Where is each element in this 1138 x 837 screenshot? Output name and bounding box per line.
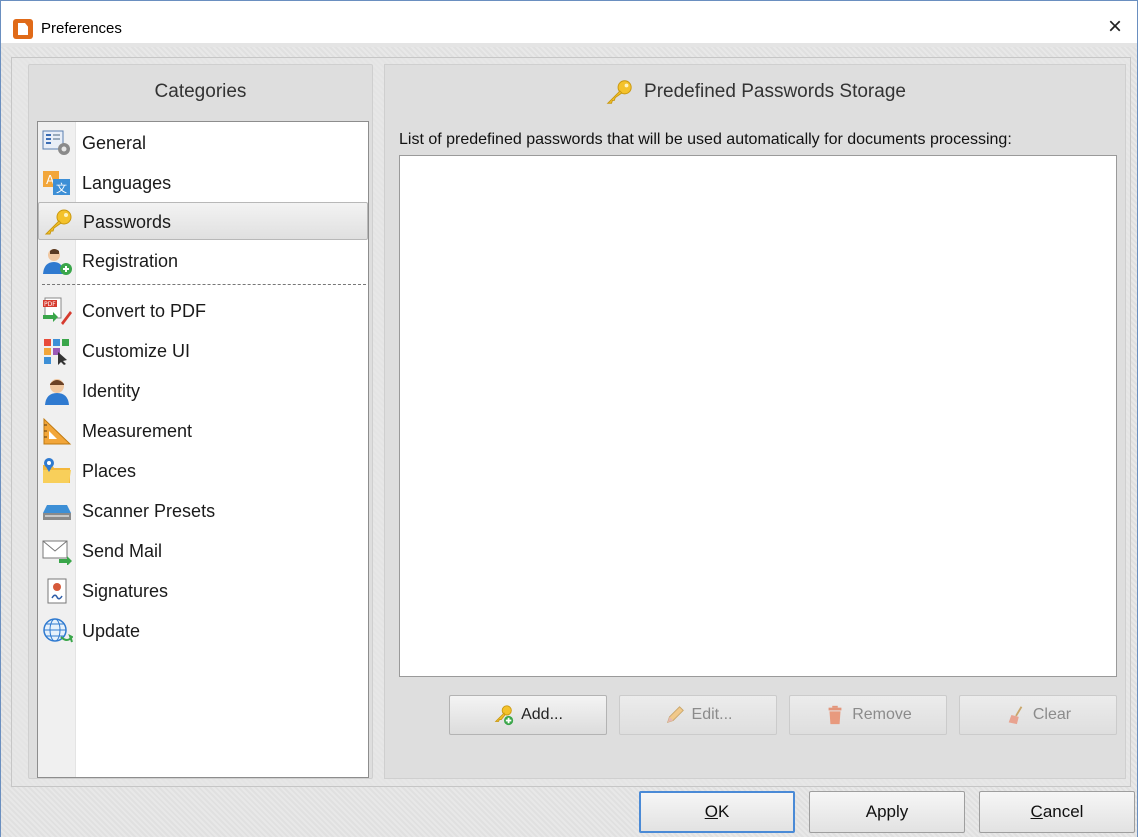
categories-panel: Categories General A 文 Languages Passwor… <box>28 64 373 779</box>
scanner-icon <box>43 505 71 520</box>
clear-button-label: Clear <box>1032 706 1072 723</box>
convert-to-pdf-icon: PDF <box>43 297 72 325</box>
category-item-identity[interactable]: Identity <box>38 372 368 410</box>
category-label: General <box>82 133 147 153</box>
category-label: Send Mail <box>82 541 163 561</box>
category-label: Signatures <box>82 581 169 601</box>
category-label: Convert to PDF <box>82 301 207 321</box>
passwords-list[interactable] <box>399 155 1117 677</box>
category-item-send-mail[interactable]: Send Mail <box>38 532 368 570</box>
ok-label-rest: K <box>717 802 730 821</box>
category-item-convert-to-pdf[interactable]: PDF Convert to PDF <box>38 292 368 330</box>
remove-button-label: Remove <box>852 706 912 723</box>
category-label: Passwords <box>83 212 172 232</box>
passwords-panel: Predefined Passwords Storage List of pre… <box>384 64 1126 779</box>
category-item-general[interactable]: General <box>38 124 368 162</box>
close-button[interactable]: × <box>1101 13 1129 41</box>
update-globe-icon <box>43 618 73 643</box>
category-label: Languages <box>82 173 172 193</box>
ok-button[interactable]: OK <box>639 791 795 833</box>
svg-text:文: 文 <box>56 181 67 195</box>
window-title: Preferences <box>41 20 122 37</box>
preferences-dialog: Preferences × Categories General A 文 Lan… <box>0 0 1138 837</box>
ok-accelerator: O <box>704 802 718 821</box>
category-label: Scanner Presets <box>82 501 216 521</box>
cancel-accelerator: C <box>1030 802 1043 821</box>
broom-icon <box>1008 706 1023 725</box>
category-item-customize-ui[interactable]: Customize UI <box>38 332 368 370</box>
edit-button-label: Edit... <box>691 706 733 723</box>
cancel-button[interactable]: Cancel <box>979 791 1135 833</box>
category-separator <box>42 284 366 285</box>
dialog-client-area: Categories General A 文 Languages Passwor… <box>1 47 1137 837</box>
categories-header: Categories <box>154 81 247 102</box>
app-logo-icon <box>13 19 33 39</box>
passwords-description: List of predefined passwords that will b… <box>399 131 1012 148</box>
category-label: Registration <box>82 251 179 271</box>
mail-icon <box>42 540 72 565</box>
category-label: Identity <box>82 381 141 401</box>
clear-passwords-button[interactable]: Clear <box>959 695 1117 735</box>
title-bar: Preferences × <box>1 1 1137 43</box>
places-folder-icon <box>43 458 71 483</box>
remove-password-button[interactable]: Remove <box>789 695 947 735</box>
category-item-registration[interactable]: Registration <box>38 242 368 280</box>
category-label: Update <box>82 621 141 641</box>
category-item-signatures[interactable]: Signatures <box>38 572 368 610</box>
add-button-label: Add... <box>521 706 563 723</box>
apply-button[interactable]: Apply <box>809 791 965 833</box>
category-item-places[interactable]: Places <box>38 452 368 490</box>
add-key-icon <box>494 705 514 726</box>
category-item-update[interactable]: Update <box>38 612 368 650</box>
panel-header: Predefined Passwords Storage <box>385 65 1125 119</box>
category-item-passwords[interactable]: Passwords <box>38 202 368 240</box>
categories-list[interactable]: General A 文 Languages Passwords Registra… <box>37 121 369 778</box>
category-item-measurement[interactable]: Measurement <box>38 412 368 450</box>
cancel-label-rest: ancel <box>1042 802 1084 821</box>
category-label: Places <box>82 461 137 481</box>
content-frame: Categories General A 文 Languages Passwor… <box>11 57 1131 787</box>
category-item-scanner-presets[interactable]: Scanner Presets <box>38 492 368 530</box>
identity-user-icon <box>45 379 69 405</box>
category-label: Customize UI <box>82 341 191 361</box>
category-item-languages[interactable]: A 文 Languages <box>38 164 368 202</box>
general-settings-icon <box>42 130 70 155</box>
signature-certificate-icon <box>47 578 67 604</box>
svg-text:PDF: PDF <box>44 301 56 308</box>
measurement-ruler-icon <box>43 417 72 445</box>
pencil-icon <box>666 706 684 724</box>
registration-user-icon <box>43 249 72 275</box>
key-icon <box>606 80 632 104</box>
key-icon <box>44 209 72 235</box>
languages-icon: A 文 <box>43 171 70 195</box>
add-password-button[interactable]: Add... <box>449 695 607 735</box>
panel-title: Predefined Passwords Storage <box>644 81 906 102</box>
category-label: Measurement <box>82 421 193 441</box>
edit-password-button[interactable]: Edit... <box>619 695 777 735</box>
customize-ui-icon <box>44 339 69 365</box>
trash-icon <box>828 705 842 725</box>
apply-label: Apply <box>865 802 909 821</box>
